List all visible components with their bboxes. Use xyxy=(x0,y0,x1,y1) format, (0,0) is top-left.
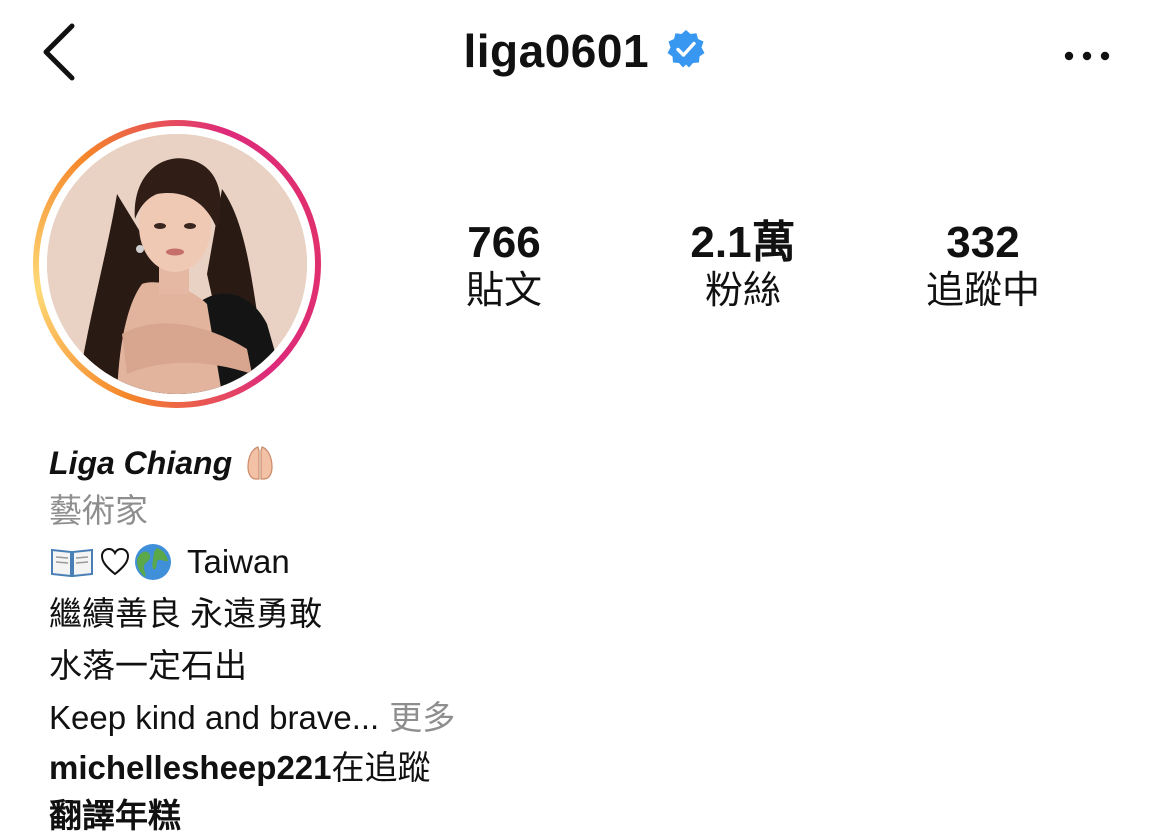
bio-line-location: Taiwan xyxy=(49,536,1129,588)
following-label: 追蹤中 xyxy=(925,270,1040,312)
followers-label: 粉絲 xyxy=(704,270,781,312)
ellipsis-icon[interactable] xyxy=(1063,46,1111,66)
followers-count: 2.1萬 xyxy=(690,218,796,267)
profile-bio: Liga Chiang 藝術家 Taiwan 繼續善良 永遠勇敢 水落一定石出 … xyxy=(49,440,1129,840)
white-heart-icon xyxy=(100,547,130,576)
avatar xyxy=(47,134,307,394)
avatar-story-ring[interactable] xyxy=(33,120,321,408)
posts-label: 貼文 xyxy=(465,270,542,312)
followed-by[interactable]: michellesheep221在追蹤 xyxy=(49,744,1129,792)
translate-link[interactable]: 翻譯年糕 xyxy=(49,792,1129,840)
following-stat[interactable]: 332 追蹤中 xyxy=(883,218,1083,314)
followed-by-username: michellesheep221 xyxy=(49,749,332,786)
following-count: 332 xyxy=(946,218,1020,267)
open-book-icon xyxy=(51,548,93,578)
profile-category: 藝術家 xyxy=(49,492,148,529)
display-name-row: Liga Chiang xyxy=(49,440,1129,486)
globe-icon xyxy=(135,544,171,580)
followed-by-suffix: 在追蹤 xyxy=(331,749,431,786)
verified-badge-icon xyxy=(667,30,705,68)
display-name: Liga Chiang xyxy=(49,445,233,481)
palms-together-icon xyxy=(247,446,273,480)
username-title: liga0601 xyxy=(463,25,650,77)
bio-line-4: Keep kind and brave... 更多 xyxy=(49,692,1129,744)
bio-line-2: 繼續善良 永遠勇敢 xyxy=(49,595,323,632)
header-title-group: liga0601 xyxy=(0,24,1169,78)
avatar-ring-gap xyxy=(39,126,315,402)
bio-text-truncated: Keep kind and brave... xyxy=(49,699,380,736)
bio-line-3: 水落一定石出 xyxy=(49,647,247,684)
posts-count: 766 xyxy=(467,218,541,267)
more-link[interactable]: 更多 xyxy=(389,692,455,744)
location-text: Taiwan xyxy=(187,543,290,580)
followers-stat[interactable]: 2.1萬 粉絲 xyxy=(643,218,843,314)
profile-photo xyxy=(47,134,307,394)
posts-stat[interactable]: 766 貼文 xyxy=(404,218,604,314)
top-navigation-bar: liga0601 xyxy=(0,0,1169,110)
